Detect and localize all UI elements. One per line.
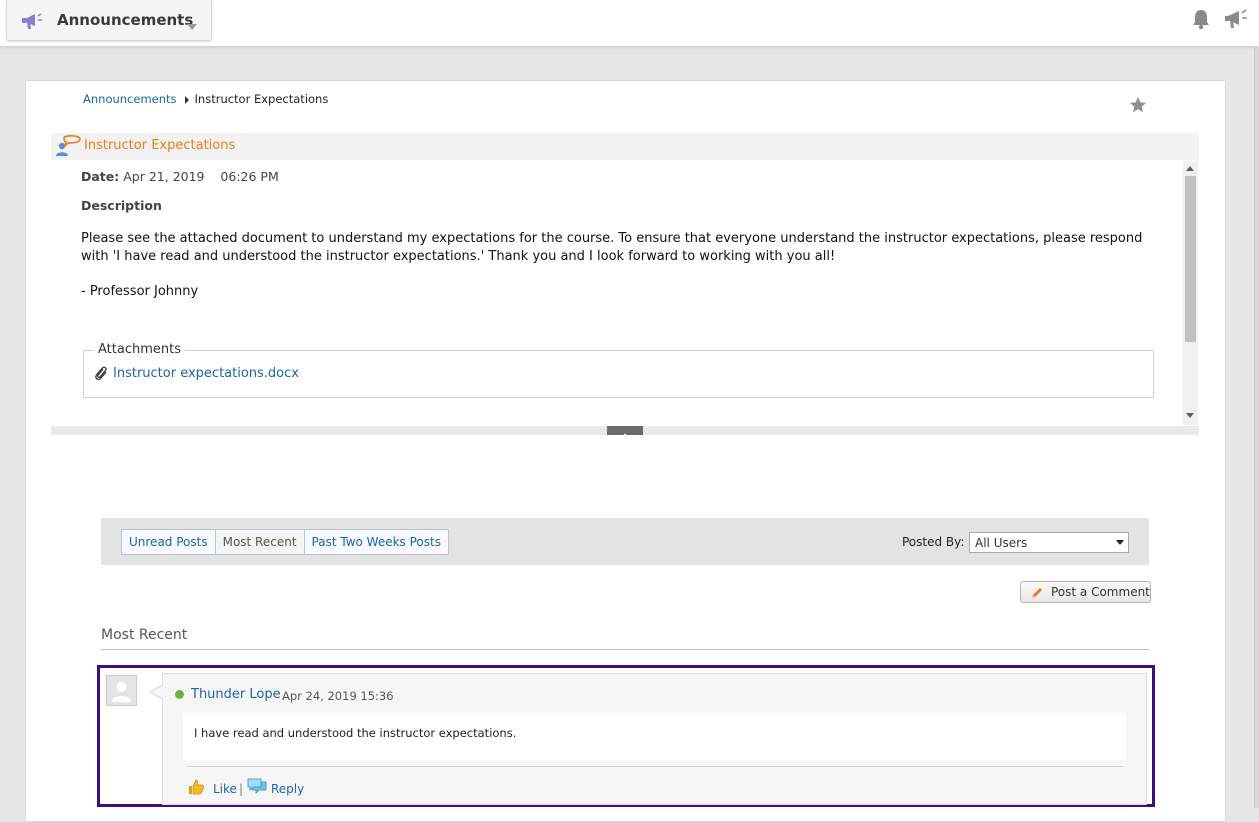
reply-link[interactable]: Reply (271, 782, 304, 796)
collapse-button[interactable] (607, 426, 643, 440)
module-menu-button[interactable]: Announcements (6, 0, 212, 41)
posted-by-value: All Users (975, 536, 1028, 550)
breadcrumb: Announcements Instructor Expectations (83, 92, 328, 106)
favorite-star-icon[interactable] (1129, 96, 1147, 118)
comment-divider (187, 766, 1123, 767)
attachment-file-link[interactable]: Instructor expectations.docx (113, 366, 299, 381)
post-comment-button[interactable]: Post a Comment (1020, 581, 1151, 603)
module-title: Announcements (57, 11, 194, 29)
scroll-down-icon[interactable] (1186, 413, 1194, 418)
comment-bubble: Thunder Lope Apr 24, 2019 15:36 I have r… (149, 673, 1147, 805)
like-link[interactable]: Like (213, 782, 237, 796)
announcement-icon[interactable] (1224, 8, 1248, 34)
bell-icon[interactable] (1190, 8, 1212, 34)
comment-item: Thunder Lope Apr 24, 2019 15:36 I have r… (97, 665, 1155, 807)
pencil-icon (1030, 585, 1044, 604)
comment-timestamp: Apr 24, 2019 15:36 (282, 689, 394, 703)
section-divider (101, 649, 1149, 650)
announcement-signature: - Professor Johnny (81, 284, 199, 299)
page-scroll-edge (1254, 46, 1259, 808)
time-value: 06:26 PM (220, 169, 279, 184)
tab-past-two-weeks-posts[interactable]: Past Two Weeks Posts (304, 530, 448, 554)
announcement-card: Announcements Instructor Expectations Ins… (25, 80, 1226, 822)
top-bar: Announcements (0, 0, 1259, 47)
attachments-box: Attachments Instructor expectations.docx (83, 342, 1154, 398)
announcement-header: Instructor Expectations (51, 133, 1199, 160)
tab-unread-posts[interactable]: Unread Posts (122, 530, 216, 554)
avatar (106, 675, 137, 706)
date-value: Apr 21, 2019 (123, 169, 205, 184)
online-status-icon (175, 690, 184, 699)
attachments-label: Attachments (94, 342, 185, 357)
announcement-type-icon (54, 135, 82, 161)
breadcrumb-announcements-link[interactable]: Announcements (83, 92, 177, 106)
bubble-tail-inner (151, 685, 164, 699)
comment-text: I have read and understood the instructo… (194, 726, 517, 740)
posted-by-label: Posted By: (902, 535, 965, 549)
thumbs-up-icon[interactable] (187, 778, 205, 800)
announcement-body: Please see the attached document to unde… (81, 231, 1143, 264)
section-title: Most Recent (101, 627, 188, 643)
scroll-up-icon[interactable] (1186, 166, 1194, 171)
megaphone-icon (22, 12, 44, 34)
user-avatar-icon (112, 682, 131, 702)
announcement-title: Instructor Expectations (84, 138, 236, 153)
announcement-date: Date: Apr 21, 2019 06:26 PM (81, 169, 279, 184)
collapse-bar (51, 426, 1199, 440)
tab-most-recent[interactable]: Most Recent (215, 530, 305, 554)
action-separator: | (239, 782, 244, 796)
breadcrumb-separator-icon (184, 95, 189, 104)
description-label: Description (81, 198, 162, 213)
post-comment-label: Post a Comment (1051, 585, 1150, 599)
filter-bar: Unread Posts Most Recent Past Two Weeks … (101, 518, 1149, 565)
posted-by-select[interactable]: All Users (969, 532, 1129, 553)
date-label: Date: (81, 169, 120, 184)
chevron-up-icon (619, 433, 631, 440)
chevron-down-icon (187, 16, 197, 35)
dropdown-arrow-icon (1116, 540, 1124, 545)
comment-message: I have read and understood the instructo… (183, 713, 1126, 760)
detail-scrollbar[interactable] (1183, 161, 1198, 425)
scrollbar-thumb[interactable] (1185, 176, 1196, 342)
reply-bubble-icon[interactable] (247, 778, 267, 800)
breadcrumb-current: Instructor Expectations (194, 92, 329, 106)
comment-author[interactable]: Thunder Lope (191, 687, 281, 702)
paperclip-icon (94, 365, 108, 386)
post-filter-tabs: Unread Posts Most Recent Past Two Weeks … (121, 529, 449, 555)
announcement-detail: Date: Apr 21, 2019 06:26 PM Description … (51, 160, 1199, 426)
